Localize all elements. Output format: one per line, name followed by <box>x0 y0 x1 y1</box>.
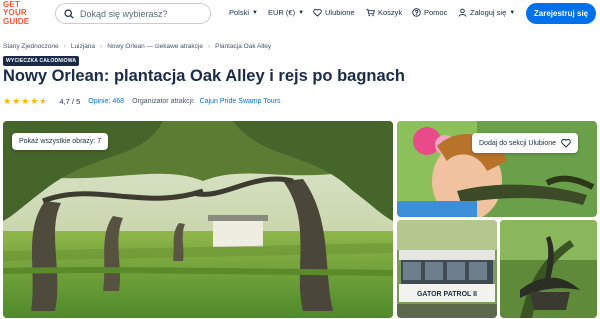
gallery-image-alligator[interactable]: Dodaj do sekcji Ulubione <box>397 121 597 217</box>
help-label: Pomoc <box>424 8 448 17</box>
logo-line: GUIDE <box>3 16 30 26</box>
currency-selector[interactable]: EUR (€) ▼ <box>268 8 304 17</box>
gallery-image-boat[interactable]: GATOR PATROL II <box>397 220 497 318</box>
heart-icon <box>561 138 571 148</box>
search-bar[interactable] <box>55 3 211 24</box>
organizer-link[interactable]: Cajun Pride Swamp Tours <box>200 98 281 105</box>
gallery-main-image[interactable]: Pokaż wszystkie obrazy: 7 <box>3 121 393 318</box>
wishlist-label: Ulubione <box>325 8 355 17</box>
search-input[interactable] <box>80 8 200 19</box>
cart-icon <box>366 8 375 17</box>
page-title: Nowy Orlean: plantacja Oak Alley i rejs … <box>3 67 405 85</box>
login-link[interactable]: Zaloguj się ▼ <box>458 8 515 17</box>
language-label: Polski <box>229 8 250 17</box>
breadcrumb-separator: › <box>63 43 66 50</box>
show-all-images-label: Pokaż wszystkie obrazy: 7 <box>19 138 102 145</box>
star-icon: ★ <box>21 96 30 106</box>
star-half-icon: ★ <box>39 96 48 106</box>
wishlist-link[interactable]: Ulubione <box>313 8 355 17</box>
image-gallery: Pokaż wszystkie obrazy: 7 Dodaj do sekcj… <box>0 119 600 319</box>
breadcrumb-item[interactable]: Luizjana <box>71 43 95 50</box>
oak-alley-photo <box>3 121 393 318</box>
header: GET YOUR GUIDE Polski ▼ EUR (€) ▼ Ulubio… <box>0 0 600 28</box>
gallery-image-bird[interactable] <box>500 220 597 318</box>
cart-link[interactable]: Koszyk <box>366 8 402 17</box>
category-badge: WYCIECZKA CAŁODNIOWA <box>3 56 80 66</box>
breadcrumb-item[interactable]: Nowy Orlean — ciekawe atrakcje <box>107 43 203 50</box>
search-icon <box>64 8 74 19</box>
user-icon <box>458 8 467 17</box>
boat-sign: GATOR PATROL II <box>417 291 477 298</box>
chevron-down-icon: ▼ <box>509 9 516 16</box>
heart-icon <box>313 8 322 17</box>
star-icon: ★ <box>30 96 39 106</box>
add-to-wishlist-label: Dodaj do sekcji Ulubione <box>479 139 557 147</box>
breadcrumb-item[interactable]: Plantacja Oak Alley <box>215 43 271 50</box>
rating-row: ★ ★ ★ ★ ★ 4,7 / 5 Opinie: 468 Organizato… <box>3 97 280 107</box>
signup-button[interactable]: Zarejestruj się <box>526 3 596 24</box>
star-icon: ★ <box>12 96 21 106</box>
help-icon <box>412 8 421 17</box>
login-label: Zaloguj się <box>470 8 507 17</box>
breadcrumb: Stany Zjednoczone › Luizjana › Nowy Orle… <box>3 43 271 50</box>
organizer: Organizator atrakcji: Cajun Pride Swamp … <box>132 98 280 105</box>
reviews-link[interactable]: Opinie: 468 <box>88 98 124 105</box>
chevron-down-icon: ▼ <box>252 9 258 16</box>
add-to-wishlist-button[interactable]: Dodaj do sekcji Ulubione <box>472 133 579 153</box>
breadcrumb-separator: › <box>100 43 103 50</box>
show-all-images-button[interactable]: Pokaż wszystkie obrazy: 7 <box>12 133 109 150</box>
breadcrumb-item[interactable]: Stany Zjednoczone <box>3 43 59 50</box>
help-link[interactable]: Pomoc <box>412 8 447 17</box>
anhinga-bird-photo <box>500 220 597 318</box>
organizer-label: Organizator atrakcji: <box>132 98 195 105</box>
breadcrumb-separator: › <box>207 43 211 50</box>
logo[interactable]: GET YOUR GUIDE <box>3 0 33 27</box>
swamp-boat-photo: GATOR PATROL II <box>397 220 497 318</box>
chevron-down-icon: ▼ <box>298 9 305 16</box>
star-icon: ★ <box>3 96 12 106</box>
language-selector[interactable]: Polski ▼ <box>229 8 258 17</box>
currency-label: EUR (€) <box>268 8 296 17</box>
cart-label: Koszyk <box>378 8 403 17</box>
star-rating: ★ ★ ★ ★ ★ <box>3 97 47 106</box>
rating-score: 4,7 / 5 <box>59 97 81 106</box>
